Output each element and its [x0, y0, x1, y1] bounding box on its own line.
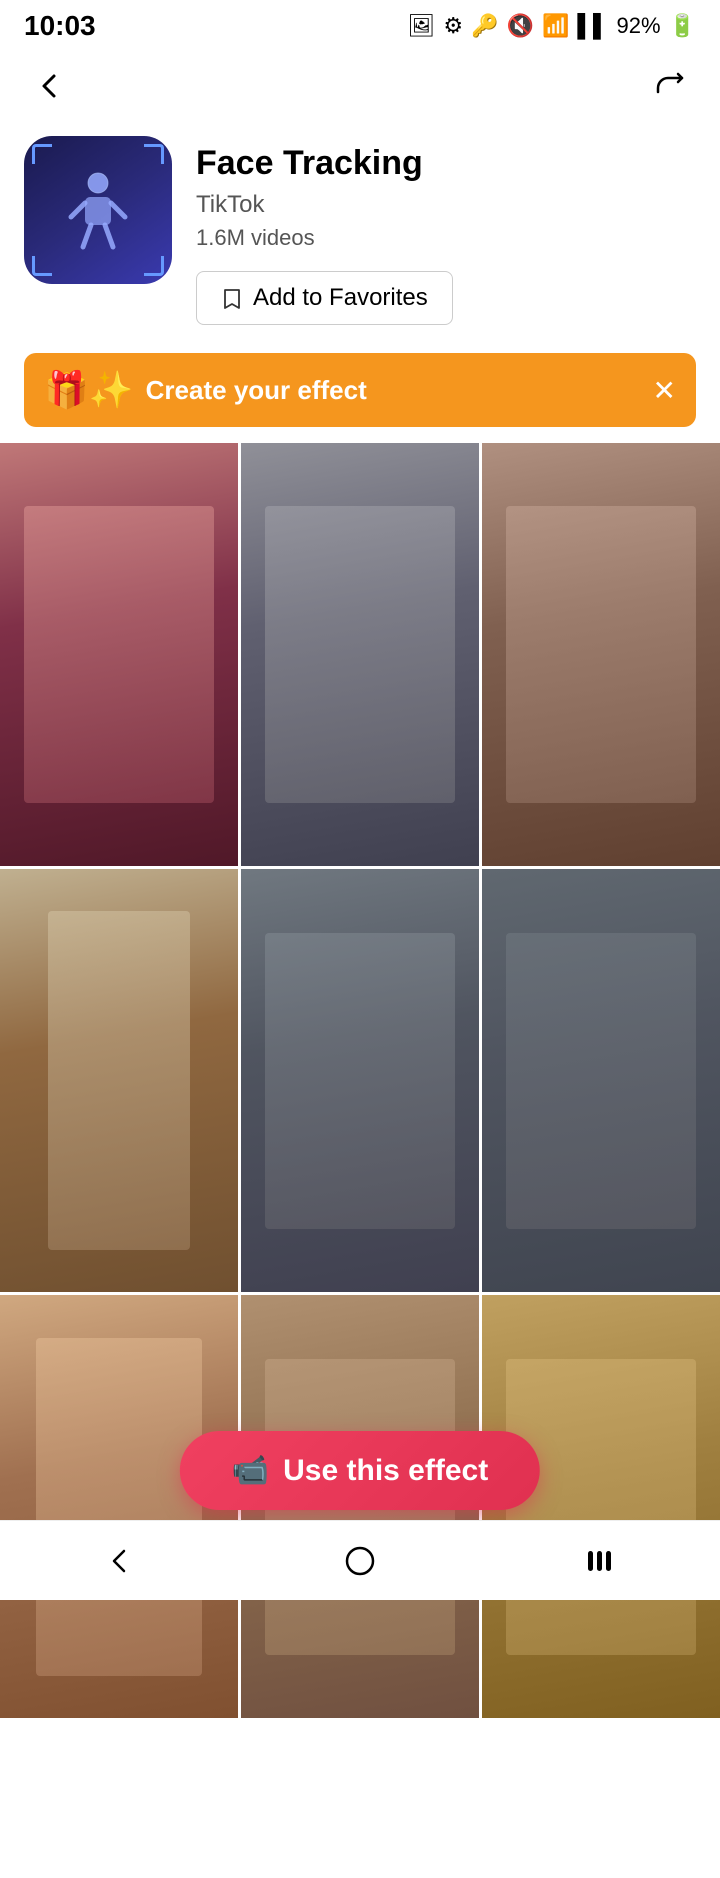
video-cell-6[interactable] — [482, 869, 720, 1292]
battery-icon: 🔋 — [669, 13, 696, 39]
video-cell-7[interactable] — [0, 1295, 238, 1718]
back-chevron-icon — [102, 1543, 138, 1579]
create-effect-banner[interactable]: 🎁✨ Create your effect ✕ — [24, 353, 696, 427]
effect-videos-count: 1.6M videos — [196, 225, 453, 251]
video-cell-9[interactable] — [482, 1295, 720, 1718]
wifi-icon: 📶 — [542, 13, 569, 39]
video-cell-3[interactable] — [482, 443, 720, 866]
banner-close-button[interactable]: ✕ — [653, 374, 676, 407]
video-cell-4[interactable] — [0, 869, 238, 1292]
effect-info: Face Tracking TikTok 1.6M videos Add to … — [196, 136, 453, 325]
key-icon: 🔑 — [471, 13, 498, 39]
battery-text: 92% — [617, 13, 661, 39]
status-bar: 10:03 🖼 ⚙ 🔑 🔇 📶 ▌▌ 92% 🔋 — [0, 0, 720, 48]
video-cell-1[interactable] — [0, 443, 238, 866]
back-button[interactable] — [24, 60, 76, 112]
camera-icon: 📹 — [232, 1453, 269, 1488]
nav-menu-button[interactable] — [560, 1531, 640, 1591]
effect-title: Face Tracking — [196, 144, 453, 183]
bookmark-icon — [221, 287, 243, 309]
menu-lines-icon — [582, 1543, 618, 1579]
top-navigation — [0, 48, 720, 128]
status-time: 10:03 — [24, 10, 96, 42]
add-favorites-label: Add to Favorites — [253, 284, 428, 312]
video-cell-2[interactable] — [241, 443, 479, 866]
share-button[interactable] — [644, 60, 696, 112]
effect-creator: TikTok — [196, 191, 453, 219]
video-cell-5[interactable] — [241, 869, 479, 1292]
signal-icon: ▌▌ — [577, 13, 608, 39]
home-circle-icon — [342, 1543, 378, 1579]
gallery-icon: 🖼 — [407, 13, 435, 39]
use-effect-button[interactable]: 📹 Use this effect — [180, 1431, 540, 1510]
banner-text: Create your effect — [146, 375, 367, 406]
add-favorites-button[interactable]: Add to Favorites — [196, 271, 453, 325]
effect-icon — [24, 136, 172, 284]
nav-back-button[interactable] — [80, 1531, 160, 1591]
settings-icon: ⚙ — [443, 13, 463, 39]
mute-icon: 🔇 — [507, 13, 534, 39]
status-icons: 🖼 ⚙ 🔑 🔇 📶 ▌▌ 92% 🔋 — [407, 13, 696, 39]
effect-header: Face Tracking TikTok 1.6M videos Add to … — [0, 128, 720, 345]
effect-icon-inner — [63, 165, 133, 255]
nav-home-button[interactable] — [320, 1531, 400, 1591]
banner-content: 🎁✨ Create your effect — [44, 369, 367, 411]
use-effect-label: Use this effect — [283, 1454, 488, 1488]
gift-icon: 🎁✨ — [44, 369, 134, 411]
bottom-navigation — [0, 1520, 720, 1600]
